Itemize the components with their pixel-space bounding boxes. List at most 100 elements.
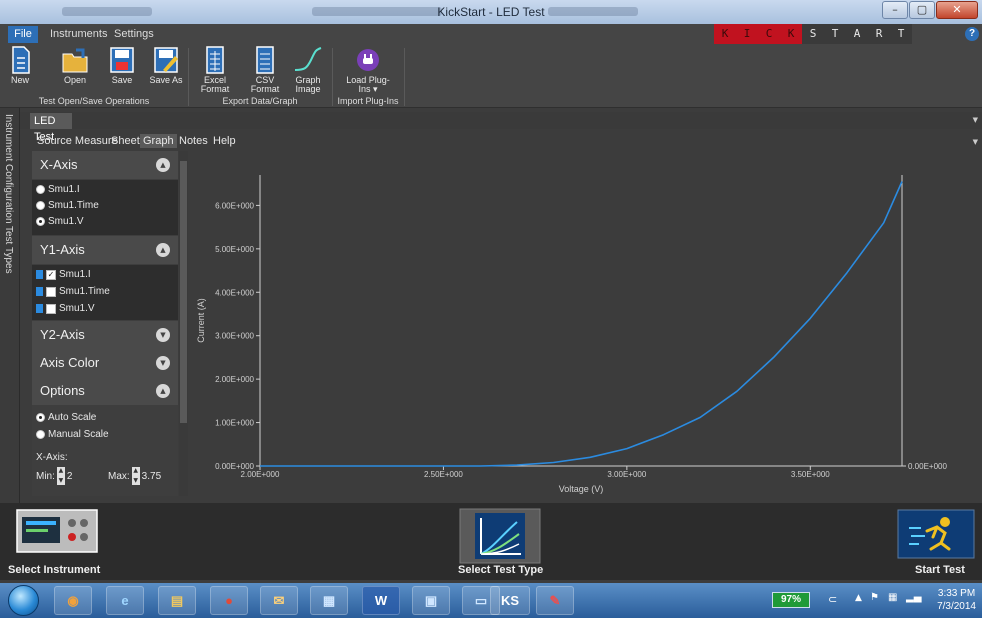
tab-instrument-configuration[interactable]: Instrument Configuration [3, 114, 14, 224]
open-label: Open [63, 75, 87, 85]
save-as-button[interactable]: Save As [148, 46, 184, 85]
csv-doc-icon [256, 46, 274, 74]
brand-letter: K [780, 24, 802, 44]
save-button[interactable]: Save [104, 46, 140, 85]
y2-axis-header[interactable]: Y2-Axis ▼ [32, 321, 178, 349]
step-down-icon[interactable]: ▼ [57, 477, 65, 485]
y1-option-smu1-i[interactable]: ✓ Smu1.I [36, 269, 91, 280]
minimize-button[interactable]: – [882, 1, 908, 19]
select-instrument-button[interactable] [16, 509, 98, 556]
onenote-icon[interactable]: ✉ [260, 586, 298, 615]
panel-scrollbar[interactable] [179, 151, 188, 496]
x-option-smu1-time[interactable]: Smu1.Time [36, 200, 99, 211]
tab-led-test[interactable]: LED Test [30, 113, 72, 143]
tab-dropdown-icon[interactable]: ▼ [973, 116, 978, 124]
tab-help[interactable]: Help [213, 135, 236, 147]
checkbox[interactable] [46, 286, 56, 297]
auto-scale-option[interactable]: Auto Scale [36, 412, 96, 423]
battery-indicator[interactable]: 97% [772, 592, 810, 608]
ie-icon[interactable]: e [106, 586, 144, 615]
scrollbar-thumb[interactable] [180, 161, 187, 423]
manual-scale-option[interactable]: Manual Scale [36, 429, 109, 440]
radio-button[interactable] [36, 430, 45, 439]
editor-icon[interactable]: ✎ [536, 586, 574, 615]
menu-file[interactable]: File [8, 26, 38, 43]
x-axis-header[interactable]: X-Axis ▲ [32, 151, 178, 179]
y-axis-label: Current (A) [196, 298, 206, 343]
subtab-dropdown-icon[interactable]: ▼ [973, 138, 978, 146]
radio-button[interactable] [36, 217, 45, 226]
series-color-swatch[interactable] [36, 270, 43, 279]
word-icon[interactable]: W [362, 586, 400, 615]
y-tick-label: 3.00E+000 [215, 332, 254, 341]
options-header[interactable]: Options ▲ [32, 377, 178, 405]
step-up-icon[interactable]: ▲ [57, 467, 65, 475]
tab-source-measure[interactable]: Source Measure [37, 135, 118, 147]
y1-option-smu1-time[interactable]: Smu1.Time [36, 286, 110, 297]
x-option-smu1-v[interactable]: Smu1.V [36, 216, 84, 227]
tab-notes[interactable]: Notes [179, 135, 208, 147]
network-icon[interactable]: ▦ [888, 592, 897, 603]
load-plugins-button[interactable]: Load Plug-Ins ▾ [345, 46, 391, 94]
group-test-open-save: Test Open/Save Operations [38, 96, 150, 106]
radio-button[interactable] [36, 413, 45, 422]
kickstart-icon[interactable]: KS [490, 586, 530, 615]
series-color-swatch[interactable] [36, 304, 43, 313]
network-app-icon[interactable]: ▦ [310, 586, 348, 615]
axis-color-header[interactable]: Axis Color ▼ [32, 349, 178, 377]
tab-graph[interactable]: Graph [140, 134, 177, 148]
help-icon[interactable]: ? [965, 27, 979, 41]
taskbar-clock[interactable]: 3:33 PM 7/3/2014 [937, 587, 976, 613]
explorer-icon[interactable]: ▤ [158, 586, 196, 615]
maximize-button[interactable]: ▢ [909, 1, 935, 19]
system-tray: 97% ⊂ ▲ ⚑ ▦ ▂▄ 3:33 PM 7/3/2014 [770, 583, 982, 618]
new-label: New [10, 75, 29, 85]
start-button[interactable] [8, 585, 39, 616]
power-plug-icon[interactable]: ⊂ [828, 593, 837, 606]
windows-app-icon[interactable]: ▣ [412, 586, 450, 615]
x-option-smu1-i[interactable]: Smu1.I [36, 184, 80, 195]
chevron-up-icon[interactable]: ▲ [156, 384, 170, 398]
menu-settings[interactable]: Settings [114, 28, 154, 40]
csv-format-label: CSV Format [250, 75, 280, 94]
csv-format-button[interactable]: CSV Format [247, 46, 283, 94]
chrome-icon[interactable]: ● [210, 586, 248, 615]
tab-sheet[interactable]: Sheet [111, 135, 140, 147]
max-input[interactable]: 3.75 [142, 471, 161, 482]
step-up-icon[interactable]: ▲ [132, 467, 140, 475]
outlook-icon[interactable]: ◉ [54, 586, 92, 615]
max-stepper[interactable]: ▲ ▼ [131, 467, 140, 485]
chevron-up-icon[interactable]: ▲ [156, 243, 170, 257]
close-button[interactable]: ✕ [936, 1, 978, 19]
x-tick-label: 2.00E+000 [241, 470, 280, 479]
graph-image-button[interactable]: Graph Image [290, 46, 326, 94]
new-button[interactable]: New [2, 46, 38, 85]
series-color-swatch[interactable] [36, 287, 43, 296]
start-test-button[interactable] [897, 509, 975, 562]
save-label: Save [111, 75, 133, 85]
min-input[interactable]: 2 [67, 471, 73, 482]
signal-strength-icon[interactable]: ▂▄ [906, 592, 921, 603]
save-as-label: Save As [149, 75, 183, 85]
graph-image-label: Graph Image [295, 75, 321, 94]
y1-option-smu1-v[interactable]: Smu1.V [36, 303, 95, 314]
excel-format-label: Excel Format [200, 75, 230, 94]
min-stepper[interactable]: ▲ ▼ [56, 467, 65, 485]
checkbox-checked[interactable]: ✓ [46, 269, 56, 280]
chevron-up-icon[interactable]: ▲ [156, 158, 170, 172]
select-test-type-button[interactable] [459, 508, 541, 567]
radio-button[interactable] [36, 185, 45, 194]
tray-expand-icon[interactable]: ▲ [855, 593, 862, 603]
tab-test-types[interactable]: Test Types [3, 226, 14, 274]
flag-icon[interactable]: ⚑ [870, 592, 879, 603]
menu-instruments[interactable]: Instruments [50, 28, 107, 40]
y1-axis-header[interactable]: Y1-Axis ▲ [32, 236, 178, 264]
open-button[interactable]: Open [57, 46, 93, 85]
chevron-down-icon[interactable]: ▼ [156, 328, 170, 342]
x-tick-label: 3.00E+000 [607, 470, 646, 479]
checkbox[interactable] [46, 303, 56, 314]
excel-format-button[interactable]: Excel Format [197, 46, 233, 94]
chevron-down-icon[interactable]: ▼ [156, 356, 170, 370]
step-down-icon[interactable]: ▼ [132, 477, 140, 485]
radio-button[interactable] [36, 201, 45, 210]
